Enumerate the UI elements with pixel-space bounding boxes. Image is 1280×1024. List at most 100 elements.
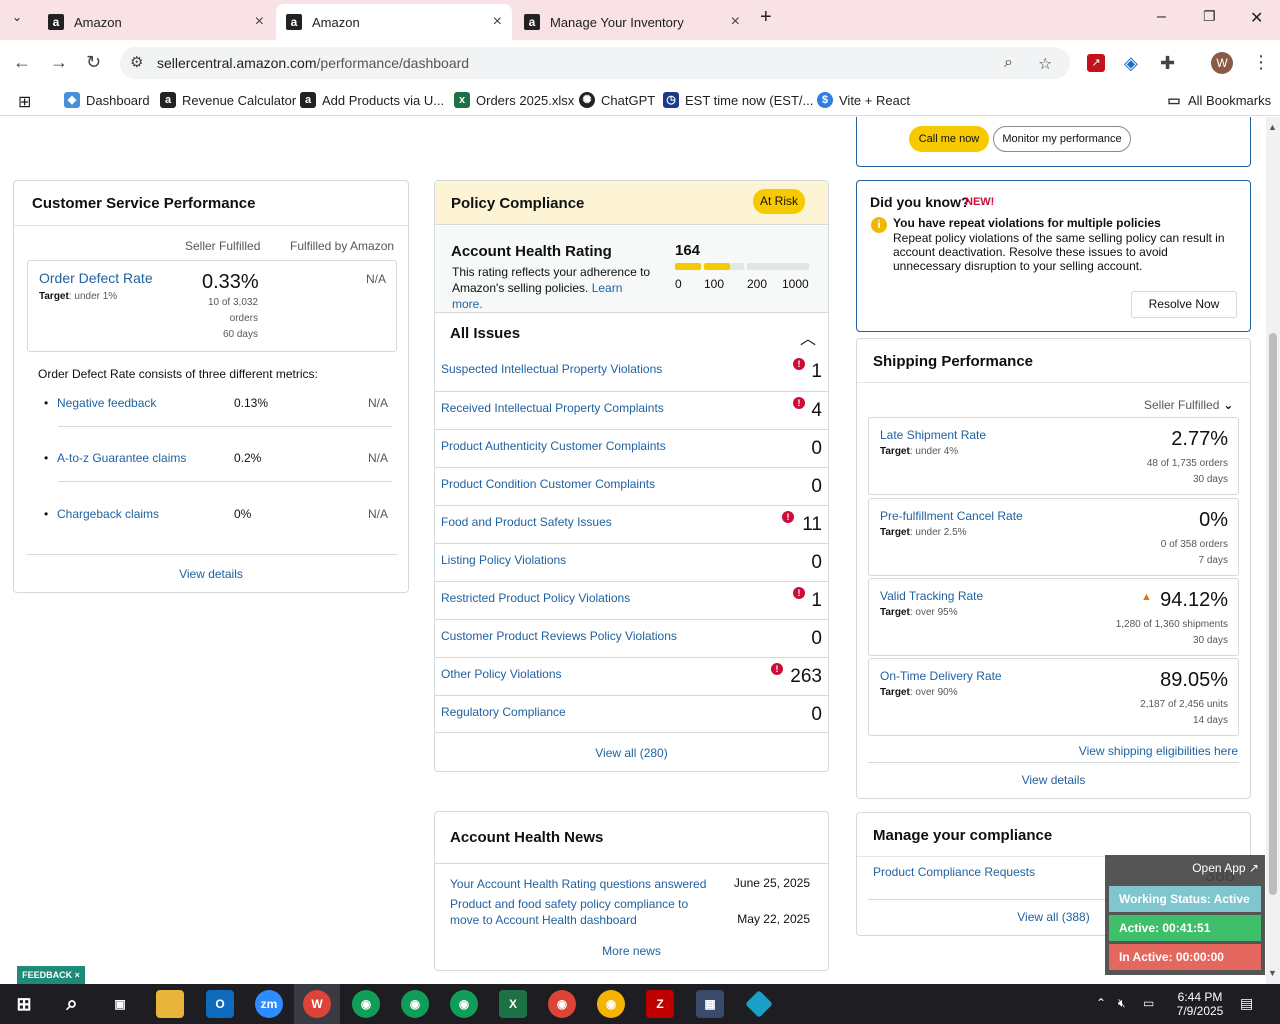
extensions-puzzle-icon[interactable]: ✚ [1160,53,1175,74]
chargeback-claims-link[interactable]: Chargeback claims [57,507,159,521]
back-icon[interactable]: ← [13,52,31,73]
issue-link[interactable]: Product Authenticity Customer Complaints [441,439,666,453]
bookmark-revenue-calculator[interactable]: a Revenue Calculator [160,92,296,108]
close-window-icon[interactable]: ✕ [1250,8,1263,28]
clock[interactable]: 6:44 PM 7/9/2025 [1165,990,1235,1018]
close-tab-icon[interactable]: × [493,13,502,31]
close-tab-icon[interactable]: × [731,13,740,31]
feedback-button[interactable]: FEEDBACK × [17,966,85,984]
minimize-icon[interactable]: – [1157,8,1166,26]
issue-link[interactable]: Food and Product Safety Issues [441,515,612,529]
resolve-now-button[interactable]: Resolve Now [1131,291,1237,318]
url-text[interactable]: sellercentral.amazon.com/performance/das… [157,55,469,71]
site-info-icon[interactable]: ⚙ [130,53,143,71]
extension-pdf-icon[interactable]: ↗ [1087,54,1105,72]
notifications-icon[interactable]: ▤ [1240,996,1253,1010]
metric-value: 94.12% [1160,589,1228,611]
negative-feedback-link[interactable]: Negative feedback [57,396,156,410]
view-details-link[interactable]: View details [857,773,1250,787]
target-value: : under 1% [68,291,118,302]
metric-link[interactable]: Late Shipment Rate [880,428,986,442]
shipping-performance-card: Shipping Performance Seller Fulfilled ⌄ L… [856,338,1251,799]
restore-icon[interactable]: ❐ [1203,8,1216,25]
apps-icon[interactable]: ⊞ [18,92,31,112]
task-view-icon[interactable]: ▣ [106,990,134,1018]
bookmark-label: ChatGPT [601,92,656,108]
chrome-icon[interactable]: W [303,990,331,1018]
metric-link[interactable]: Pre-fulfillment Cancel Rate [880,509,1023,523]
news-link[interactable]: Your Account Health Rating questions ans… [450,876,710,892]
bookmark-star-icon[interactable]: ☆ [1038,54,1052,74]
issue-link[interactable]: Restricted Product Policy Violations [441,591,630,605]
extension-globe-icon[interactable]: ◈ [1124,53,1138,74]
chevron-up-icon[interactable]: ︿ [800,325,816,349]
metric-link[interactable]: On-Time Delivery Rate [880,669,1002,683]
zoom-icon[interactable]: ⌕ [1004,54,1013,72]
issue-link[interactable]: Regulatory Compliance [441,705,566,719]
menu-icon[interactable]: ⋮ [1252,52,1270,73]
account-health-news-card: Account Health News Your Account Health … [434,811,829,971]
issue-link[interactable]: Received Intellectual Property Complaint… [441,401,664,415]
new-tab-icon[interactable]: + [760,6,772,29]
file-explorer-icon[interactable] [156,990,184,1018]
card-title: Did you know? [870,194,970,210]
product-compliance-requests-link[interactable]: Product Compliance Requests [873,865,1035,879]
chrome-profile-icon[interactable]: ◉ [548,990,576,1018]
address-bar[interactable]: ⚙ sellercentral.amazon.com/performance/d… [120,47,1070,79]
bookmark-dashboard[interactable]: ◆ Dashboard [64,92,150,108]
issue-link[interactable]: Suspected Intellectual Property Violatio… [441,362,662,376]
search-icon[interactable]: ⌕ [58,990,86,1018]
issue-link[interactable]: Listing Policy Violations [441,553,566,567]
network-icon[interactable]: ▭ [1143,996,1154,1010]
amazon-icon: a [300,92,316,108]
tab-amazon-2[interactable]: a Amazon × [276,4,512,40]
monitor-performance-button[interactable]: Monitor my performance [993,126,1131,152]
app-diamond-icon[interactable] [745,990,773,1018]
fulfillment-filter-dropdown[interactable]: Seller Fulfilled ⌄ [1144,398,1233,412]
order-defect-rate-link[interactable]: Order Defect Rate [39,270,153,286]
bookmark-est-time[interactable]: ◷ EST time now (EST/... [663,92,813,108]
scrollbar-thumb[interactable] [1269,333,1277,895]
tab-search-icon[interactable]: ⌄ [12,10,22,24]
bookmark-add-products[interactable]: a Add Products via U... [300,92,444,108]
bookmark-vite-react[interactable]: $ Vite + React [817,92,910,108]
profile-avatar[interactable]: W [1211,52,1233,74]
view-details-link[interactable]: View details [14,567,408,581]
close-tab-icon[interactable]: × [255,13,264,31]
calculator-icon[interactable]: ▦ [696,990,724,1018]
outlook-icon[interactable]: O [206,990,234,1018]
a-to-z-claims-link[interactable]: A-to-z Guarantee claims [57,451,186,465]
more-news-link[interactable]: More news [435,944,828,958]
volume-muted-icon[interactable]: 🔇︎ [1118,996,1126,1010]
metric-row: • Negative feedback 0.13% N/A [38,396,392,416]
issue-link[interactable]: Product Condition Customer Complaints [441,477,655,491]
news-link[interactable]: Product and food safety policy complianc… [450,896,690,928]
zoom-icon[interactable]: zm [255,990,283,1018]
windows-start-icon[interactable]: ⊞ [10,990,38,1018]
scroll-down-arrow[interactable]: ▼ [1268,968,1277,978]
tab-amazon-1[interactable]: a Amazon × [38,4,274,40]
filezilla-icon[interactable]: Z [646,990,674,1018]
chrome-profile-icon[interactable]: ◉ [450,990,478,1018]
bookmark-chatgpt[interactable]: ✺ ChatGPT [579,92,655,108]
notice-body: Repeat policy violations of the same sel… [893,231,1225,273]
issue-link[interactable]: Other Policy Violations [441,667,562,681]
chrome-profile-icon[interactable]: ◉ [401,990,429,1018]
open-app-link[interactable]: Open App ↗ [1192,861,1259,875]
tab-manage-inventory[interactable]: a Manage Your Inventory × [514,4,750,40]
forward-icon[interactable]: → [50,52,68,73]
view-all-issues-link[interactable]: View all (280) [435,746,828,760]
issue-link[interactable]: Customer Product Reviews Policy Violatio… [441,629,677,643]
metric-link[interactable]: Valid Tracking Rate [880,589,983,603]
call-me-now-button[interactable]: Call me now [909,126,989,152]
chrome-profile-icon[interactable]: ◉ [597,990,625,1018]
bookmark-orders-xlsx[interactable]: x Orders 2025.xlsx [454,92,574,108]
chrome-profile-icon[interactable]: ◉ [352,990,380,1018]
excel-icon[interactable]: X [499,990,527,1018]
reload-icon[interactable]: ↻ [86,52,101,73]
tray-chevron-icon[interactable]: ⌃ [1096,996,1106,1010]
all-bookmarks[interactable]: ▭ All Bookmarks [1166,92,1271,108]
shipping-eligibilities-link[interactable]: View shipping eligibilities here [1079,744,1238,758]
scroll-up-arrow[interactable]: ▲ [1268,122,1277,132]
inactive-timer: In Active: 00:00:00 [1109,944,1261,970]
